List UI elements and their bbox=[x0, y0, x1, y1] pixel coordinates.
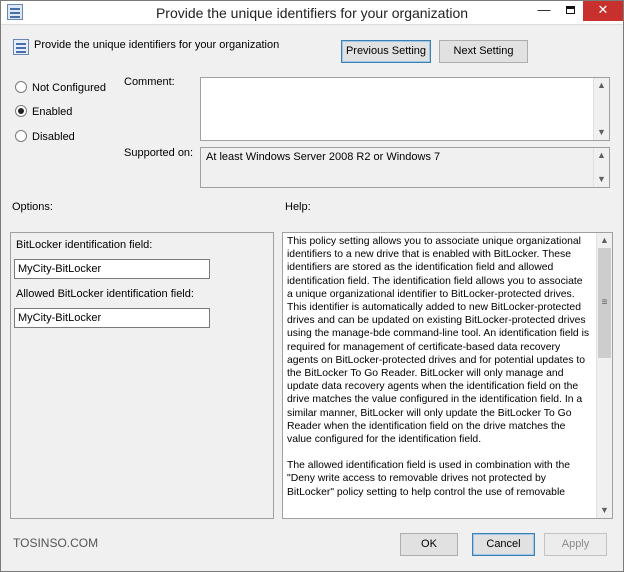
help-panel[interactable]: This policy setting allows you to associ… bbox=[282, 232, 613, 519]
radio-label: Disabled bbox=[32, 131, 75, 143]
help-paragraph: The allowed identification field is used… bbox=[287, 460, 571, 498]
grip-icon: ≡ bbox=[601, 297, 608, 308]
help-scrollbar[interactable]: ▲ ≡ ▼ bbox=[596, 233, 612, 518]
options-section-label: Options: bbox=[12, 201, 53, 213]
previous-setting-button[interactable]: Previous Setting bbox=[341, 40, 431, 63]
scroll-up-icon[interactable]: ▲ bbox=[597, 233, 612, 248]
setting-title: Provide the unique identifiers for your … bbox=[34, 39, 280, 51]
maximize-button[interactable] bbox=[557, 1, 583, 21]
radio-label: Enabled bbox=[32, 106, 73, 118]
minimize-button[interactable]: — bbox=[531, 1, 557, 21]
radio-disabled[interactable]: Disabled bbox=[15, 129, 75, 145]
radio-label: Not Configured bbox=[32, 82, 106, 94]
help-text: This policy setting allows you to associ… bbox=[287, 235, 591, 512]
supported-on-box: At least Windows Server 2008 R2 or Windo… bbox=[200, 147, 610, 188]
help-paragraph: This policy setting allows you to associ… bbox=[287, 236, 590, 446]
scroll-up-icon[interactable]: ▲ bbox=[594, 78, 609, 93]
radio-enabled[interactable]: Enabled bbox=[15, 104, 72, 120]
window-title: Provide the unique identifiers for your … bbox=[155, 5, 469, 21]
comment-value bbox=[201, 78, 609, 84]
scroll-down-icon[interactable]: ▼ bbox=[594, 172, 609, 187]
radio-circle[interactable] bbox=[15, 130, 27, 142]
comment-label: Comment: bbox=[124, 76, 175, 88]
cancel-button[interactable]: Cancel bbox=[472, 533, 535, 556]
scroll-down-icon[interactable]: ▼ bbox=[597, 503, 612, 518]
maximize-icon bbox=[565, 6, 575, 14]
id-field-input[interactable]: MyCity-BitLocker bbox=[14, 259, 210, 279]
scroll-up-icon[interactable]: ▲ bbox=[594, 148, 609, 163]
scroll-down-icon[interactable]: ▼ bbox=[594, 125, 609, 140]
apply-button[interactable]: Apply bbox=[544, 533, 607, 556]
supported-scrollbar[interactable]: ▲ ▼ bbox=[593, 148, 609, 187]
radio-not-configured[interactable]: Not Configured bbox=[15, 80, 106, 96]
close-button[interactable]: ✕ bbox=[583, 1, 623, 21]
policy-dialog: Provide the unique identifiers for your … bbox=[0, 0, 624, 572]
allowed-id-field-label: Allowed BitLocker identification field: bbox=[16, 288, 194, 300]
comment-scrollbar[interactable]: ▲ ▼ bbox=[593, 78, 609, 140]
options-panel: BitLocker identification field: MyCity-B… bbox=[10, 232, 274, 519]
help-section-label: Help: bbox=[285, 201, 311, 213]
radio-circle-selected[interactable] bbox=[15, 105, 27, 117]
watermark: TOSINSO.COM bbox=[13, 536, 99, 550]
comment-textarea[interactable]: ▲ ▼ bbox=[200, 77, 610, 141]
supported-on-label: Supported on: bbox=[124, 147, 194, 159]
scroll-thumb[interactable]: ≡ bbox=[598, 248, 611, 358]
next-setting-button[interactable]: Next Setting bbox=[439, 40, 528, 63]
radio-circle[interactable] bbox=[15, 81, 27, 93]
setting-icon bbox=[13, 39, 29, 55]
id-field-label: BitLocker identification field: bbox=[16, 239, 153, 251]
supported-on-value: At least Windows Server 2008 R2 or Windo… bbox=[206, 151, 441, 163]
title-bar[interactable]: Provide the unique identifiers for your … bbox=[1, 1, 623, 25]
ok-button[interactable]: OK bbox=[400, 533, 458, 556]
allowed-id-field-input[interactable]: MyCity-BitLocker bbox=[14, 308, 210, 328]
